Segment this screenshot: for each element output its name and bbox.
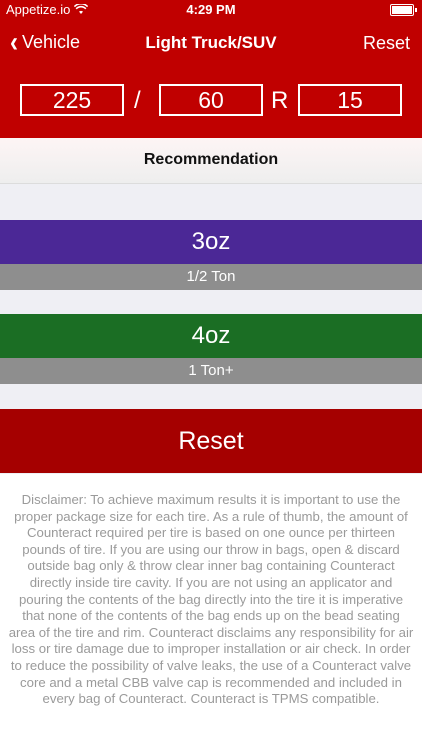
navigation-bar: ‹ Vehicle Light Truck/SUV Reset [0, 20, 422, 66]
recommendation-header: Recommendation [0, 138, 422, 184]
clock: 4:29 PM [186, 2, 236, 17]
tire-size-bar: 225 / 60 R 15 [0, 66, 422, 138]
tire-construction-label: R [271, 87, 289, 114]
recommendation-amount-2: 4oz [0, 314, 422, 358]
recommendation-load-2: 1 Ton+ [0, 358, 422, 384]
status-bar: Appetize.io 4:29 PM [0, 0, 422, 20]
page-title: Light Truck/SUV [145, 33, 277, 52]
tire-rim-field[interactable]: 15 [298, 84, 402, 116]
disclaimer-text: Disclaimer: To achieve maximum results i… [8, 492, 414, 707]
battery-icon [390, 4, 417, 16]
recommendation-amount-1: 3oz [0, 220, 422, 264]
tire-aspect-ratio-field[interactable]: 60 [159, 84, 263, 116]
tire-width-field[interactable]: 225 [20, 84, 124, 116]
nav-reset-button[interactable]: Reset [363, 33, 410, 54]
reset-button[interactable]: Reset [0, 409, 422, 473]
tire-separator-slash: / [134, 87, 141, 114]
recommendation-load-1: 1/2 Ton [0, 264, 422, 290]
